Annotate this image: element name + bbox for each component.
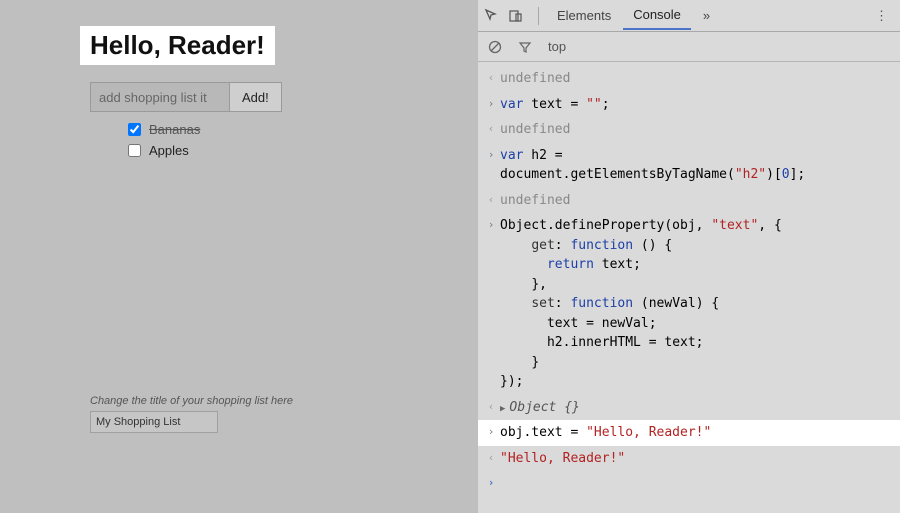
inspect-icon[interactable] bbox=[484, 8, 506, 24]
list-item: Bananas bbox=[128, 122, 200, 137]
shopping-list: Bananas Apples bbox=[128, 122, 200, 164]
devtools-tabbar: Elements Console » ⋮ bbox=[478, 0, 900, 32]
list-item: Apples bbox=[128, 143, 200, 158]
console-line: undefined bbox=[500, 120, 892, 140]
device-icon[interactable] bbox=[508, 8, 530, 24]
console-line: undefined bbox=[500, 191, 892, 211]
result-arrow-icon: ‹ bbox=[482, 120, 500, 138]
console-output: ‹undefined›var text = "";‹undefined›var … bbox=[478, 62, 900, 513]
console-output-row: ‹undefined bbox=[478, 188, 900, 214]
filter-icon[interactable] bbox=[518, 40, 534, 54]
add-item-row: Add! bbox=[90, 82, 282, 112]
add-item-button[interactable]: Add! bbox=[230, 82, 282, 112]
title-editor: Change the title of your shopping list h… bbox=[90, 395, 293, 433]
result-arrow-icon: ‹ bbox=[482, 398, 500, 416]
title-hint: Change the title of your shopping list h… bbox=[90, 395, 293, 407]
console-input-row: ›Object.defineProperty(obj, "text", { ge… bbox=[478, 213, 900, 395]
console-line: undefined bbox=[500, 69, 892, 89]
prompt-arrow-icon: › bbox=[482, 146, 500, 164]
console-line: var h2 = document.getElementsByTagName("… bbox=[500, 146, 892, 185]
tab-more[interactable]: » bbox=[693, 2, 720, 29]
console-output-row: ‹Object {} bbox=[478, 395, 900, 421]
clear-icon[interactable] bbox=[488, 40, 504, 54]
heading-highlight: Hello, Reader! bbox=[80, 26, 275, 65]
context-selector[interactable]: top bbox=[548, 39, 566, 54]
app-pane: Hello, Reader! Add! Bananas Apples Chang… bbox=[0, 0, 478, 513]
item-label: Bananas bbox=[149, 122, 200, 137]
tab-console[interactable]: Console bbox=[623, 1, 691, 30]
prompt-arrow-icon: › bbox=[482, 423, 500, 441]
console-toolbar: top bbox=[478, 32, 900, 62]
console-output-row: ‹undefined bbox=[478, 66, 900, 92]
page-heading: Hello, Reader! bbox=[90, 30, 265, 61]
console-input-row: ›var h2 = document.getElementsByTagName(… bbox=[478, 143, 900, 188]
item-checkbox[interactable] bbox=[128, 144, 141, 157]
tabbar-divider bbox=[538, 7, 539, 25]
console-line: obj.text = "Hello, Reader!" bbox=[500, 423, 892, 443]
console-input-row: ›var text = ""; bbox=[478, 92, 900, 118]
prompt-arrow-icon: › bbox=[482, 216, 500, 234]
result-arrow-icon: ‹ bbox=[482, 69, 500, 87]
console-input-row: › bbox=[478, 471, 900, 495]
prompt-arrow-icon: › bbox=[482, 474, 500, 492]
list-title-input[interactable] bbox=[90, 411, 218, 433]
console-output-row: ‹undefined bbox=[478, 117, 900, 143]
item-label: Apples bbox=[149, 143, 189, 158]
item-checkbox[interactable] bbox=[128, 123, 141, 136]
kebab-icon[interactable]: ⋮ bbox=[869, 8, 894, 24]
tab-elements[interactable]: Elements bbox=[547, 2, 621, 29]
prompt-arrow-icon: › bbox=[482, 95, 500, 113]
console-line: "Hello, Reader!" bbox=[500, 449, 892, 469]
console-line: var text = ""; bbox=[500, 95, 892, 115]
devtools-pane: Elements Console » ⋮ top ‹undefined›var … bbox=[478, 0, 900, 513]
console-output-row: ‹"Hello, Reader!" bbox=[478, 446, 900, 472]
console-line: Object.defineProperty(obj, "text", { get… bbox=[500, 216, 892, 392]
console-line: Object {} bbox=[500, 398, 892, 418]
result-arrow-icon: ‹ bbox=[482, 449, 500, 467]
add-item-input[interactable] bbox=[90, 82, 230, 112]
result-arrow-icon: ‹ bbox=[482, 191, 500, 209]
console-input-row: ›obj.text = "Hello, Reader!" bbox=[478, 420, 900, 446]
